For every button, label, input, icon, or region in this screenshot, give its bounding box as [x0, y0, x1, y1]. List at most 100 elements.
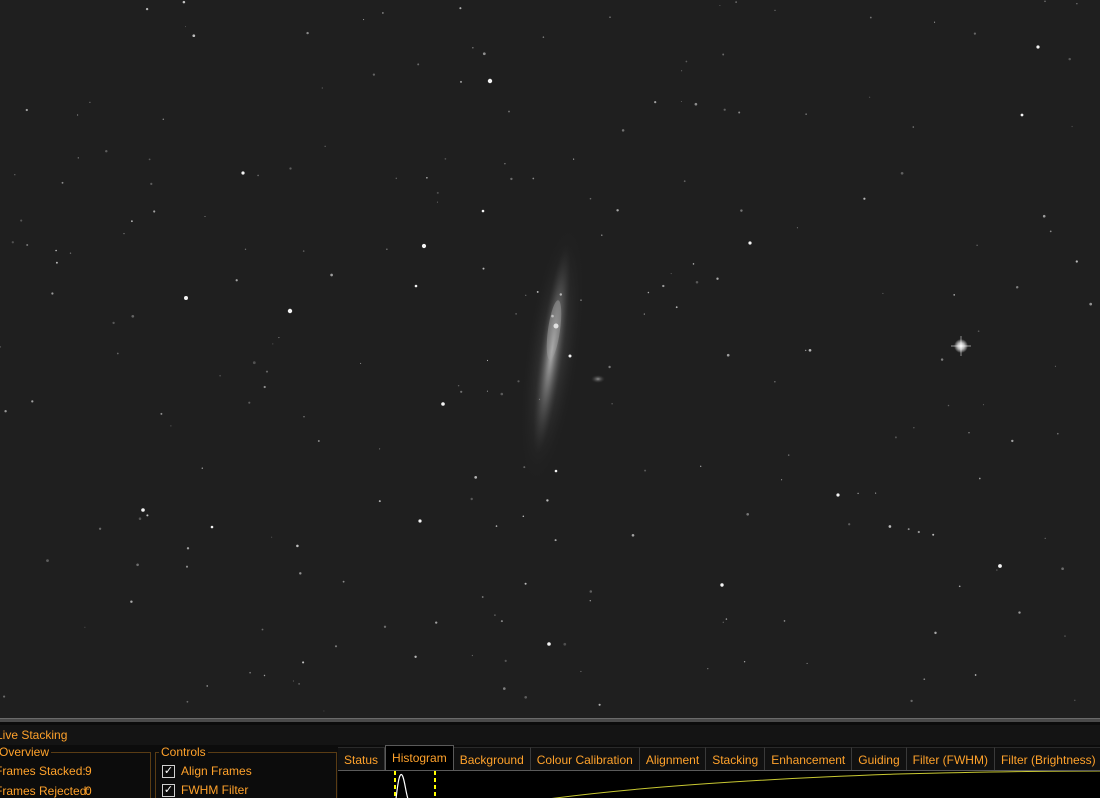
star: [654, 100, 657, 104]
star: [257, 174, 259, 177]
star: [460, 390, 463, 393]
star: [976, 244, 978, 247]
star: [206, 685, 208, 687]
star: [342, 580, 345, 583]
tab-enhancement[interactable]: Enhancement: [765, 747, 853, 770]
star: [474, 476, 478, 479]
star: [863, 197, 866, 200]
tab-colour-calibration[interactable]: Colour Calibration: [530, 747, 640, 770]
star: [482, 52, 486, 56]
star: [796, 227, 798, 229]
star: [932, 533, 935, 536]
align-frames-option[interactable]: ✓ Align Frames: [162, 764, 252, 778]
star: [146, 514, 149, 517]
stacked-image-view[interactable]: [0, 0, 1100, 718]
star: [105, 149, 108, 153]
star: [917, 530, 920, 534]
star: [723, 108, 726, 111]
star: [551, 314, 554, 318]
star: [136, 563, 139, 567]
star: [913, 427, 915, 429]
star: [486, 359, 489, 362]
fwhm-filter-checkbox[interactable]: ✓: [162, 783, 175, 797]
star: [611, 403, 613, 405]
tab-background[interactable]: Background: [453, 747, 531, 770]
star: [89, 101, 91, 104]
star: [46, 559, 49, 562]
star: [1074, 699, 1076, 702]
star: [609, 16, 611, 18]
star: [204, 215, 206, 218]
star: [265, 370, 269, 373]
tab-stacking[interactable]: Stacking: [706, 747, 766, 770]
tab-guiding[interactable]: Guiding: [852, 747, 907, 770]
star: [500, 392, 504, 396]
star: [888, 525, 892, 528]
star: [382, 12, 384, 14]
star: [848, 523, 851, 526]
histogram-plot: [394, 771, 1100, 798]
star: [923, 678, 926, 681]
star: [112, 321, 115, 325]
star: [616, 209, 619, 212]
star: [162, 118, 165, 120]
star: [974, 674, 977, 676]
star: [934, 21, 936, 23]
star: [517, 380, 520, 383]
star: [302, 250, 305, 252]
star: [900, 171, 904, 175]
tab-filter-brightness[interactable]: Filter (Brightness): [994, 747, 1100, 770]
star: [568, 354, 572, 358]
star: [296, 544, 299, 548]
star: [495, 525, 498, 527]
fwhm-filter-option[interactable]: ✓ FWHM Filter: [162, 783, 248, 797]
star: [503, 687, 506, 690]
star: [55, 261, 58, 264]
star: [589, 590, 593, 593]
star: [720, 583, 724, 587]
tab-filter-fwhm[interactable]: Filter (FWHM): [906, 747, 995, 770]
star: [471, 654, 474, 657]
star: [14, 174, 16, 176]
star: [973, 32, 977, 35]
star: [184, 296, 188, 300]
star: [20, 219, 23, 222]
tab-status[interactable]: Status: [338, 747, 386, 770]
star: [444, 158, 447, 160]
tab-alignment[interactable]: Alignment: [639, 747, 707, 770]
live-stacking-panel: Live Stacking Overview Frames Stacked:9 …: [0, 722, 1100, 798]
star: [523, 466, 526, 469]
star: [98, 527, 102, 530]
star: [781, 479, 783, 481]
align-frames-checkbox[interactable]: ✓: [162, 764, 175, 778]
star: [977, 330, 980, 333]
star: [598, 703, 601, 706]
star: [783, 620, 786, 622]
frames-stacked-label: Frames Stacked:: [0, 764, 86, 778]
star: [383, 625, 387, 628]
star: [235, 279, 238, 282]
star: [263, 385, 266, 389]
star: [559, 293, 563, 296]
star: [55, 249, 57, 252]
star: [219, 374, 221, 377]
frames-rejected-row: Frames Rejected:0: [0, 784, 92, 798]
star: [589, 197, 592, 200]
star: [978, 477, 981, 480]
star: [589, 599, 592, 602]
star-field: [0, 0, 1093, 712]
star: [145, 7, 149, 11]
star: [681, 70, 683, 72]
histogram-view[interactable]: [338, 770, 1100, 798]
star: [940, 358, 944, 361]
tab-histogram[interactable]: Histogram: [385, 745, 454, 771]
star: [894, 436, 897, 439]
star: [25, 108, 28, 112]
star: [436, 201, 438, 203]
star: [1049, 230, 1052, 233]
star: [11, 241, 14, 244]
star: [1015, 286, 1019, 289]
bright-star: [951, 336, 971, 356]
histogram-curve: [395, 773, 409, 798]
star: [486, 390, 488, 392]
